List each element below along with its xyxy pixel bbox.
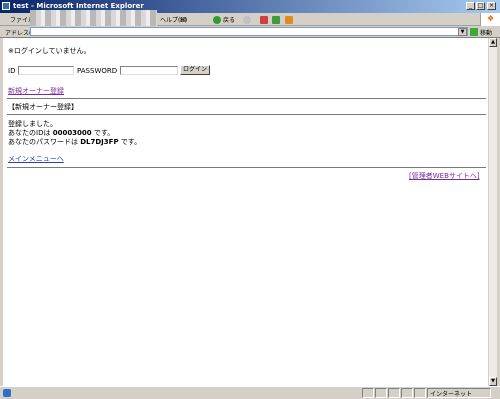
status-segment — [362, 388, 374, 398]
divider — [7, 167, 486, 168]
id-label: ID — [8, 67, 16, 75]
login-button[interactable]: ログイン — [180, 65, 210, 75]
admin-site-link[interactable]: [管理者WEBサイトへ] — [409, 171, 480, 181]
scroll-down-button[interactable]: ▼ — [489, 377, 497, 386]
main-menu-link[interactable]: メインメニューへ — [8, 154, 64, 164]
zone-label: インターネット — [430, 391, 473, 398]
id-value: 00003000 — [52, 129, 92, 137]
window-title: test - Microsoft Internet Explorer — [13, 2, 144, 10]
id-input[interactable] — [18, 66, 74, 75]
status-segment — [414, 388, 426, 398]
go-icon[interactable] — [470, 28, 478, 36]
menu-toolbar-glyph: ㋇ — [180, 17, 187, 24]
page-status-icon — [3, 389, 11, 397]
password-suffix: です。 — [120, 138, 142, 146]
scroll-up-button[interactable]: ▲ — [489, 38, 497, 47]
new-owner-link[interactable]: 新規オーナー登録 — [8, 86, 64, 96]
status-segment — [401, 388, 413, 398]
back-button-label[interactable]: 戻る — [223, 15, 235, 24]
password-value: DL7DJ3FP — [80, 138, 119, 146]
go-button-label[interactable]: 移動 — [480, 28, 492, 37]
back-icon[interactable] — [213, 16, 221, 24]
status-segment — [388, 388, 400, 398]
password-prefix: あなたのパスワードは — [8, 138, 78, 146]
ie-icon — [2, 2, 10, 10]
divider — [7, 98, 486, 99]
password-input[interactable] — [120, 66, 178, 75]
address-input[interactable] — [30, 27, 468, 36]
forward-icon[interactable] — [243, 16, 251, 24]
id-suffix: です。 — [93, 129, 115, 137]
login-status: ※ログインしていません。 — [8, 47, 91, 55]
password-result-line: あなたのパスワードは DL7DJ3FP です。 — [8, 137, 141, 147]
address-bar: アドレス(D) ▼ 移動 — [0, 26, 500, 38]
id-prefix: あなたのIDは — [8, 129, 51, 137]
home-icon[interactable] — [285, 16, 293, 24]
section-heading: 【新規オーナー登録】 — [8, 103, 78, 111]
close-button[interactable]: × — [487, 2, 496, 10]
windows-logo-icon: ❖ — [480, 13, 500, 26]
refresh-icon[interactable] — [272, 16, 280, 24]
address-dropdown-button[interactable]: ▼ — [458, 28, 467, 36]
minimize-button[interactable]: _ — [466, 2, 475, 10]
stop-icon[interactable] — [260, 16, 268, 24]
vertical-scrollbar[interactable]: ▲ ▼ — [488, 38, 497, 386]
password-label: PASSWORD — [77, 67, 118, 75]
page-content: ※ログインしていません。 ID PASSWORD ログイン 新規オーナー登録 【… — [3, 38, 488, 386]
status-segment — [375, 388, 387, 398]
status-bar: インターネット — [0, 386, 500, 399]
divider — [7, 114, 486, 115]
maximize-button[interactable]: □ — [476, 2, 485, 10]
